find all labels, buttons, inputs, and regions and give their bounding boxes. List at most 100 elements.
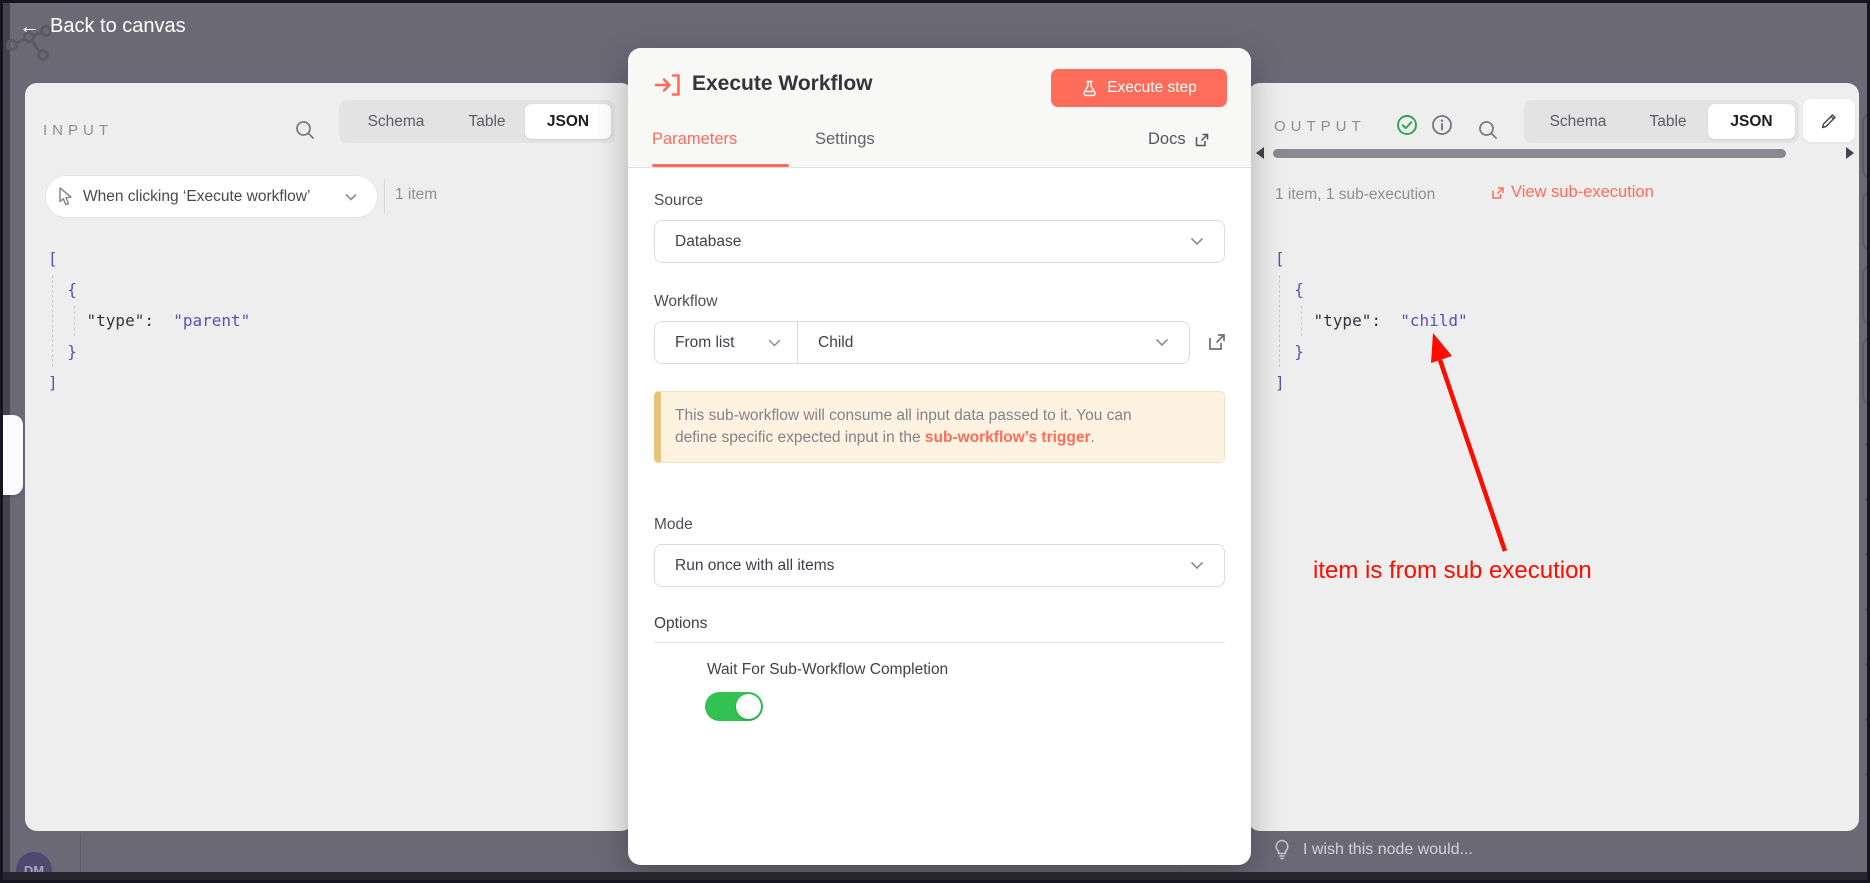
back-arrow-icon: ← xyxy=(19,16,40,37)
view-sub-execution-link[interactable]: View sub-execution xyxy=(1491,183,1654,202)
canvas-grid-dot xyxy=(1865,553,1868,556)
output-tab-table[interactable]: Table xyxy=(1628,104,1708,139)
docs-link[interactable]: Docs xyxy=(1148,130,1210,149)
edit-output-button[interactable] xyxy=(1803,99,1855,142)
output-search-button[interactable] xyxy=(1477,119,1499,141)
input-items-count: 1 item xyxy=(395,186,437,204)
json-line: } xyxy=(1275,336,1468,367)
external-link-icon xyxy=(1194,132,1210,148)
output-tab-schema[interactable]: Schema xyxy=(1528,104,1628,139)
output-panel: OUTPUT Schema Table JSON xyxy=(1248,83,1859,831)
left-edge-panel-handle[interactable] xyxy=(3,415,23,495)
workflow-source-value: From list xyxy=(675,334,734,352)
json-line: { xyxy=(48,274,250,305)
canvas-grid-dot xyxy=(1865,663,1868,666)
chevron-down-icon xyxy=(1190,561,1204,570)
workflow-combo: From list Child xyxy=(654,321,1190,364)
output-horizontal-scrollbar[interactable] xyxy=(1273,149,1786,158)
divider xyxy=(384,179,385,214)
output-tab-json[interactable]: JSON xyxy=(1708,104,1795,139)
output-items-count: 1 item, 1 sub-execution xyxy=(1275,186,1435,204)
input-tab-schema[interactable]: Schema xyxy=(343,104,449,139)
options-label: Options xyxy=(654,615,707,633)
canvas-node-ghost xyxy=(1862,191,1870,251)
canvas-node-ghost xyxy=(1862,113,1870,179)
pencil-icon xyxy=(1819,111,1839,131)
canvas-grid-line xyxy=(80,833,81,875)
chevron-down-icon xyxy=(1155,338,1169,347)
workflow-source-select[interactable]: From list xyxy=(655,322,798,363)
sub-workflow-trigger-link[interactable]: sub-workflow’s trigger xyxy=(925,429,1091,446)
tab-settings[interactable]: Settings xyxy=(815,130,875,149)
execute-workflow-node-icon xyxy=(653,70,683,100)
workflow-select[interactable]: Child xyxy=(798,322,1189,363)
mode-label: Mode xyxy=(654,516,693,534)
execute-step-button[interactable]: Execute step xyxy=(1051,69,1227,107)
external-link-icon xyxy=(1206,331,1228,353)
node-feedback-button[interactable]: I wish this node would... xyxy=(1273,839,1473,860)
input-node-selector-value: When clicking ‘Execute workflow’ xyxy=(83,188,345,206)
modal-header: Execute Workflow Execute step Parameters… xyxy=(628,48,1251,168)
n8n-node-detail-view: ← Back to canvas INPUT Schema Table JSON… xyxy=(0,0,1870,883)
open-sub-workflow-button[interactable] xyxy=(1202,327,1232,357)
source-select[interactable]: Database xyxy=(654,220,1225,263)
back-to-canvas-button[interactable]: ← Back to canvas xyxy=(19,15,186,38)
search-icon xyxy=(1477,119,1499,141)
scroll-left-arrow[interactable] xyxy=(1256,147,1264,159)
output-view-tabs: Schema Table JSON xyxy=(1524,100,1799,143)
json-line: [ xyxy=(1275,243,1468,274)
chevron-down-icon xyxy=(1190,237,1204,246)
json-line: } xyxy=(48,336,250,367)
external-link-icon xyxy=(1491,186,1505,200)
canvas-grid-dot xyxy=(1865,498,1868,501)
chevron-down-icon xyxy=(768,339,781,347)
input-panel-title: INPUT xyxy=(43,122,113,139)
tab-parameters[interactable]: Parameters xyxy=(652,130,737,149)
input-node-selector[interactable]: When clicking ‘Execute workflow’ xyxy=(45,175,378,218)
sub-workflow-notice: This sub-workflow will consume all input… xyxy=(654,391,1225,463)
json-line: "type": "child" xyxy=(1275,305,1468,336)
chevron-down-icon xyxy=(345,193,357,201)
canvas-grid-dot xyxy=(1865,443,1868,446)
json-line: ] xyxy=(48,367,250,398)
json-line: { xyxy=(1275,274,1468,305)
wait-for-completion-toggle[interactable] xyxy=(705,692,763,721)
back-to-canvas-label: Back to canvas xyxy=(50,15,186,38)
flask-icon xyxy=(1081,80,1098,97)
input-json-view: [ { "type": "parent" } ] xyxy=(48,243,250,398)
execute-workflow-modal: Execute Workflow Execute step Parameters… xyxy=(628,48,1251,865)
modal-title: Execute Workflow xyxy=(692,72,873,96)
execute-step-label: Execute step xyxy=(1107,79,1197,97)
output-success-status xyxy=(1396,114,1418,136)
input-search-button[interactable] xyxy=(294,119,316,141)
input-panel: INPUT Schema Table JSON When clicking ‘E… xyxy=(25,83,633,831)
scroll-right-arrow[interactable] xyxy=(1846,147,1854,159)
output-json-view: [ { "type": "child" } ] xyxy=(1275,243,1468,398)
input-tab-table[interactable]: Table xyxy=(449,104,525,139)
workflow-label: Workflow xyxy=(654,293,717,311)
annotation-text: item is from sub execution xyxy=(1313,557,1592,585)
divider xyxy=(654,642,1225,643)
input-tab-json[interactable]: JSON xyxy=(525,104,611,139)
active-tab-underline xyxy=(652,164,789,167)
toggle-knob xyxy=(736,694,761,719)
mode-select[interactable]: Run once with all items xyxy=(654,544,1225,587)
node-feedback-label: I wish this node would... xyxy=(1303,841,1473,859)
mode-value: Run once with all items xyxy=(675,557,834,575)
search-icon xyxy=(294,119,316,141)
canvas-node-ghost xyxy=(1862,265,1870,325)
canvas-grid-dot xyxy=(1865,608,1868,611)
notice-text: This sub-workflow will consume all input… xyxy=(675,405,1137,448)
output-info-button[interactable] xyxy=(1431,114,1453,136)
window-bottom-edge xyxy=(3,872,1867,883)
output-panel-title: OUTPUT xyxy=(1274,118,1366,135)
input-view-tabs: Schema Table JSON xyxy=(339,100,615,143)
canvas-grid-dot xyxy=(1865,773,1868,776)
json-line: ] xyxy=(1275,367,1468,398)
info-icon xyxy=(1431,114,1453,136)
workflow-value: Child xyxy=(818,334,853,352)
source-label: Source xyxy=(654,192,703,210)
source-value: Database xyxy=(675,233,741,251)
lightbulb-icon xyxy=(1273,839,1291,860)
canvas-grid-dot xyxy=(1865,718,1868,721)
